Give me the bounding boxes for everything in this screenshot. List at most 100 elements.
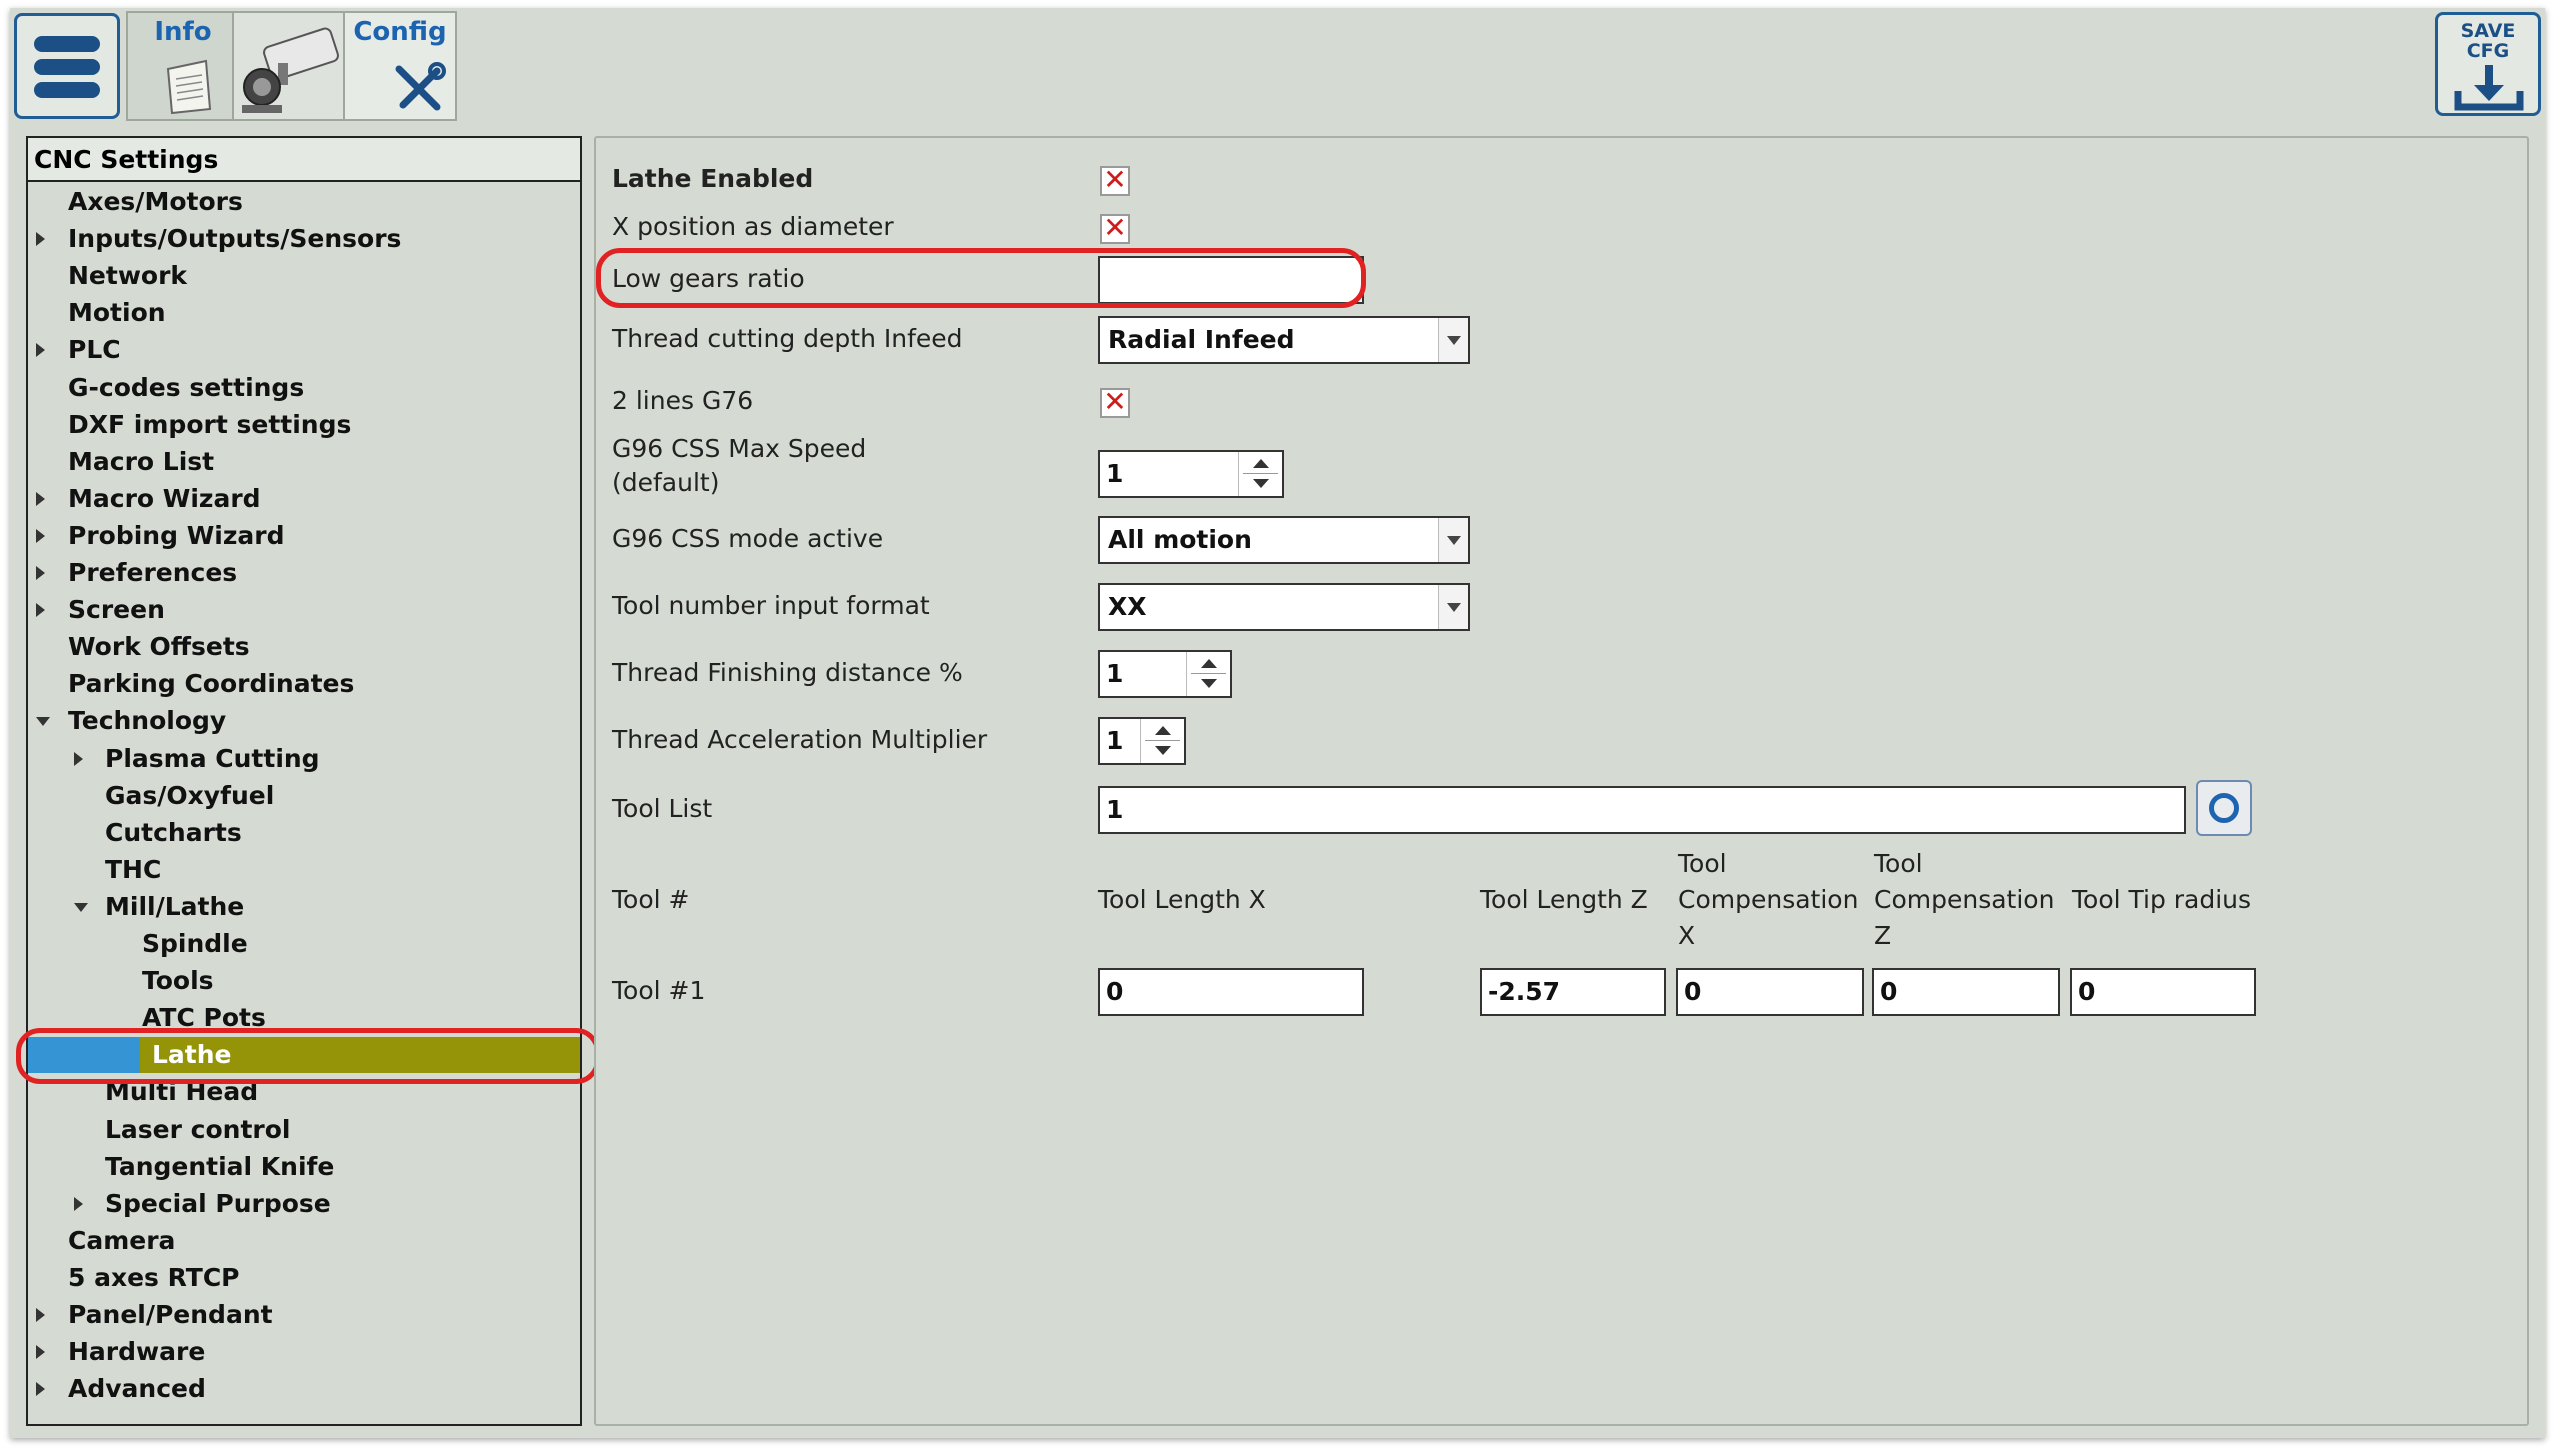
chevron-down-icon bbox=[1438, 585, 1468, 629]
tree-item-tools[interactable]: Tools bbox=[142, 963, 214, 999]
thread-depth-infeed-select[interactable]: Radial Infeed bbox=[1098, 316, 1470, 364]
lathe-settings-panel: Lathe Enabled ✕ X position as diameter ✕… bbox=[594, 136, 2529, 1426]
tree-item-g-codes-settings[interactable]: G-codes settings bbox=[68, 370, 304, 406]
two-lines-g76-checkbox[interactable]: ✕ bbox=[1100, 388, 1130, 418]
tab-config[interactable]: Config bbox=[343, 11, 457, 121]
col-header-comp-z-line1: Tool bbox=[1874, 849, 1923, 878]
tree-item-screen[interactable]: Screen bbox=[68, 592, 165, 628]
expand-arrow-right-icon[interactable] bbox=[36, 1345, 45, 1360]
tree-item-hardware[interactable]: Hardware bbox=[68, 1334, 205, 1370]
expand-arrow-right-icon[interactable] bbox=[36, 491, 45, 506]
g96-max-speed-value: 1 bbox=[1106, 459, 1124, 488]
tree-item-5-axes-rtcp[interactable]: 5 axes RTCP bbox=[68, 1260, 239, 1296]
g96-max-speed-label-line2: (default) bbox=[612, 468, 720, 497]
x-diameter-checkbox[interactable]: ✕ bbox=[1100, 214, 1130, 244]
tree-item-plc[interactable]: PLC bbox=[68, 332, 121, 368]
expand-arrow-down-icon[interactable] bbox=[36, 717, 50, 727]
tab-config-label: Config bbox=[353, 17, 447, 47]
highlight-annotation-low-gears bbox=[596, 248, 1366, 308]
tool-length-z-input[interactable]: -2.57 bbox=[1480, 968, 1666, 1016]
tree-item-parking-coordinates[interactable]: Parking Coordinates bbox=[68, 666, 354, 702]
tree-item-network[interactable]: Network bbox=[68, 258, 187, 294]
stepper-arrows-icon[interactable] bbox=[1238, 452, 1282, 496]
x-diameter-label: X position as diameter bbox=[612, 212, 894, 241]
tool-length-x-input[interactable]: 0 bbox=[1098, 968, 1364, 1016]
g96-max-speed-stepper[interactable]: 1 bbox=[1098, 450, 1284, 498]
app-window: Info Config SAVE CFG CNC Settings Axes/M… bbox=[10, 8, 2545, 1438]
expand-arrow-down-icon[interactable] bbox=[74, 902, 88, 912]
hamburger-menu-button[interactable] bbox=[14, 13, 120, 119]
tool-list-label: Tool List bbox=[612, 794, 713, 823]
expand-arrow-right-icon[interactable] bbox=[36, 343, 45, 358]
expand-arrow-right-icon[interactable] bbox=[36, 1382, 45, 1397]
expand-arrow-right-icon[interactable] bbox=[36, 1308, 45, 1322]
thread-finishing-value: 1 bbox=[1106, 659, 1124, 688]
lathe-enabled-checkbox[interactable]: ✕ bbox=[1100, 166, 1130, 196]
tree-item-advanced[interactable]: Advanced bbox=[68, 1371, 206, 1407]
tree-item-camera[interactable]: Camera bbox=[68, 1223, 175, 1259]
tool-row-name: Tool #1 bbox=[612, 976, 706, 1005]
tab-info[interactable]: Info bbox=[126, 11, 240, 121]
thread-depth-infeed-value: Radial Infeed bbox=[1108, 325, 1295, 354]
col-header-comp-x-line3: X bbox=[1678, 921, 1696, 950]
tree-item-thc[interactable]: THC bbox=[105, 852, 161, 888]
g96-mode-value: All motion bbox=[1108, 525, 1252, 554]
thread-accel-stepper[interactable]: 1 bbox=[1098, 717, 1186, 765]
thread-depth-infeed-label: Thread cutting depth Infeed bbox=[612, 324, 963, 353]
tree-item-gas-oxyfuel[interactable]: Gas/Oxyfuel bbox=[105, 778, 274, 814]
menu-bar-icon bbox=[34, 36, 100, 52]
tree-item-spindle[interactable]: Spindle bbox=[142, 926, 248, 962]
col-header-length-x: Tool Length X bbox=[1098, 885, 1266, 914]
expand-arrow-right-icon[interactable] bbox=[74, 1196, 83, 1211]
tree-item-special-purpose[interactable]: Special Purpose bbox=[105, 1186, 331, 1222]
lathe-enabled-label: Lathe Enabled bbox=[612, 164, 814, 193]
menu-bar-icon bbox=[34, 59, 100, 75]
tree-item-dxf-import-settings[interactable]: DXF import settings bbox=[68, 407, 351, 443]
tool-list-input[interactable]: 1 bbox=[1098, 786, 2186, 834]
expand-arrow-right-icon[interactable] bbox=[36, 603, 45, 618]
tree-item-inputs-outputs-sensors[interactable]: Inputs/Outputs/Sensors bbox=[68, 221, 401, 257]
tree-item-macro-wizard[interactable]: Macro Wizard bbox=[68, 481, 261, 517]
settings-tree: CNC Settings Axes/Motors Inputs/Outputs/S… bbox=[26, 136, 582, 1426]
tree-item-plasma-cutting[interactable]: Plasma Cutting bbox=[105, 741, 320, 777]
col-header-comp-x-line2: Compensation bbox=[1678, 885, 1859, 914]
col-header-tip-radius: Tool Tip radius bbox=[2072, 885, 2252, 914]
camera-icon bbox=[242, 27, 339, 113]
g96-mode-select[interactable]: All motion bbox=[1098, 516, 1470, 564]
expand-arrow-right-icon[interactable] bbox=[36, 232, 45, 247]
tree-item-macro-list[interactable]: Macro List bbox=[68, 444, 214, 480]
col-header-comp-z-line2: Compensation bbox=[1874, 885, 2055, 914]
thread-finishing-stepper[interactable]: 1 bbox=[1098, 650, 1232, 698]
tree-item-preferences[interactable]: Preferences bbox=[68, 555, 237, 591]
tool-comp-x-input[interactable]: 0 bbox=[1676, 968, 1864, 1016]
tools-icon bbox=[395, 62, 446, 111]
col-header-tool-num: Tool # bbox=[612, 885, 690, 914]
g96-max-speed-label-line1: G96 CSS Max Speed bbox=[612, 434, 867, 463]
tree-item-mill-lathe[interactable]: Mill/Lathe bbox=[105, 889, 244, 925]
tool-tip-radius-input[interactable]: 0 bbox=[2070, 968, 2256, 1016]
thread-accel-value: 1 bbox=[1106, 726, 1124, 755]
chevron-down-icon bbox=[1438, 318, 1468, 362]
expand-arrow-right-icon[interactable] bbox=[74, 751, 83, 766]
tree-item-panel-pendant[interactable]: Panel/Pendant bbox=[68, 1297, 273, 1333]
tree-item-probing-wizard[interactable]: Probing Wizard bbox=[68, 518, 284, 554]
chevron-down-icon bbox=[1438, 518, 1468, 562]
tree-item-tangential-knife[interactable]: Tangential Knife bbox=[105, 1149, 334, 1185]
stepper-arrows-icon[interactable] bbox=[1186, 652, 1230, 696]
tab-camera[interactable] bbox=[232, 11, 346, 121]
tree-item-cutcharts[interactable]: Cutcharts bbox=[105, 815, 242, 851]
tree-item-axes-motors[interactable]: Axes/Motors bbox=[68, 184, 243, 220]
check-mark-icon: ✕ bbox=[1103, 211, 1127, 244]
tree-item-work-offsets[interactable]: Work Offsets bbox=[68, 629, 250, 665]
tool-comp-z-input[interactable]: 0 bbox=[1872, 968, 2060, 1016]
save-label-line1: SAVE bbox=[2460, 20, 2516, 42]
tool-number-format-select[interactable]: XX bbox=[1098, 583, 1470, 631]
tree-item-laser-control[interactable]: Laser control bbox=[105, 1112, 291, 1148]
refresh-button[interactable] bbox=[2196, 780, 2252, 836]
save-config-button[interactable]: SAVE CFG bbox=[2435, 12, 2541, 116]
stepper-arrows-icon[interactable] bbox=[1140, 719, 1184, 763]
expand-arrow-right-icon[interactable] bbox=[36, 528, 45, 543]
tree-item-motion[interactable]: Motion bbox=[68, 295, 166, 331]
expand-arrow-right-icon[interactable] bbox=[36, 566, 45, 580]
tree-item-technology[interactable]: Technology bbox=[68, 703, 226, 739]
